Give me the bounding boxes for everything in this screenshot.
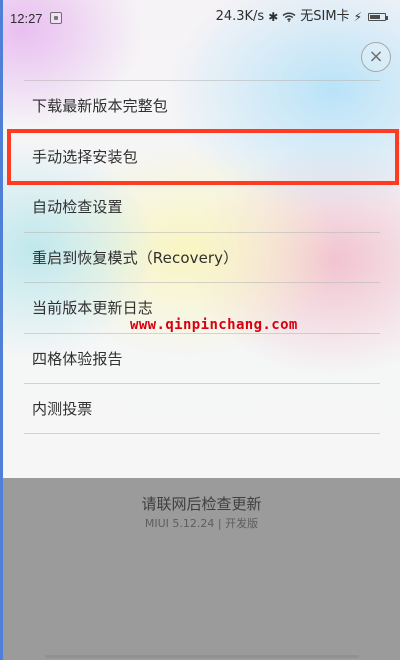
close-icon: × (368, 46, 384, 67)
menu-item-label: 手动选择安装包 (32, 147, 138, 166)
close-button[interactable]: × (361, 42, 391, 72)
menu-item-download-full-package[interactable]: 下载最新版本完整包 (24, 80, 380, 131)
menu-item-beta-vote[interactable]: 内测投票 (24, 383, 380, 434)
menu-item-label: 重启到恢复模式（Recovery） (32, 248, 239, 267)
notification-icon (50, 12, 62, 24)
menu-item-experience-report[interactable]: 四格体验报告 (24, 332, 380, 384)
menu-item-label: 四格体验报告 (32, 349, 123, 368)
menu-item-label: 当前版本更新日志 (32, 299, 153, 317)
network-update-message: 请联网后检查更新 (141, 495, 262, 513)
website-watermark: www.qinpinchang.com (130, 317, 298, 333)
sim-status: 无SIM卡 (300, 9, 350, 24)
left-edge-accent (0, 0, 3, 660)
charging-icon: ⚡ (353, 9, 362, 24)
bluetooth-icon: ✱ (268, 9, 279, 24)
miui-version-text: MIUI 5.12.24 | 开发版 (144, 517, 259, 530)
menu-item-reboot-recovery[interactable]: 重启到恢复模式（Recovery） (24, 231, 380, 283)
update-options-sheet: 12:27 24.3K/s ✱ 无SIM卡 ⚡ × 下载最新版本完整包 手动选择… (3, 0, 400, 478)
battery-icon (368, 12, 388, 21)
network-speed: 24.3K/s (215, 9, 265, 24)
status-bar: 12:27 24.3K/s ✱ 无SIM卡 ⚡ (3, 0, 400, 36)
bottom-panel-hint (45, 655, 359, 658)
menu-item-auto-check-settings[interactable]: 自动检查设置 (24, 181, 380, 232)
menu-item-manual-select-package[interactable]: 手动选择安装包 (24, 130, 380, 182)
menu-item-label: 自动检查设置 (32, 198, 123, 216)
wifi-icon (282, 12, 296, 22)
status-time: 12:27 (10, 11, 43, 26)
status-right-group: 24.3K/s ✱ 无SIM卡 ⚡ (215, 9, 388, 24)
menu-item-label: 内测投票 (32, 400, 93, 418)
update-menu: 下载最新版本完整包 手动选择安装包 自动检查设置 重启到恢复模式（Recover… (24, 80, 380, 434)
dimmed-background-panel: 请联网后检查更新 MIUI 5.12.24 | 开发版 (3, 478, 400, 660)
menu-item-label: 下载最新版本完整包 (32, 97, 168, 115)
